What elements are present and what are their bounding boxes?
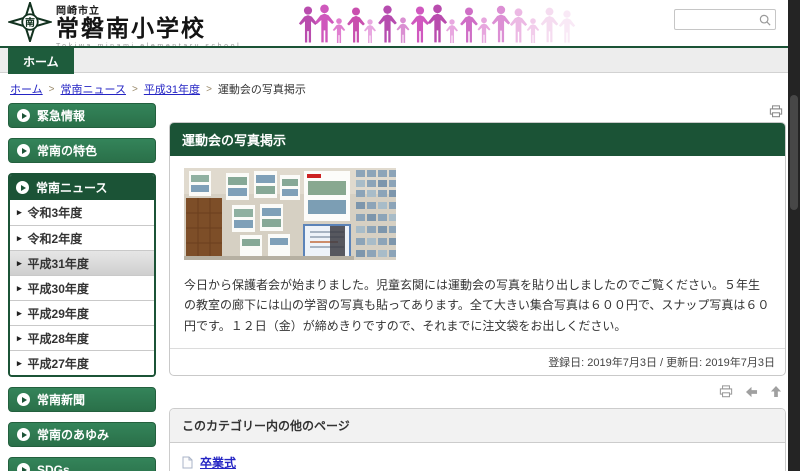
- circle-arrow-icon: [16, 181, 29, 194]
- sidebar-item-label: 常南のあゆみ: [37, 426, 109, 443]
- sidebar-item-emergency-info[interactable]: 緊急情報: [8, 103, 156, 128]
- sidebar-news-section: 常南ニュース ▸ 令和3年度 ▸ 令和2年度 ▸ 平成31年度 ▸ 平成30年度: [8, 173, 156, 377]
- search-input[interactable]: [675, 11, 755, 28]
- sidebar-subitem-label: 平成31年度: [28, 255, 89, 272]
- sidebar-item-heisei27[interactable]: ▸ 平成27年度: [10, 350, 154, 375]
- site-header: 南 岡崎市立 常磐南小学校 Tokiwa minami elementary s…: [0, 0, 800, 46]
- sidebar-subitem-label: 平成30年度: [28, 280, 89, 297]
- scrollbar[interactable]: [788, 0, 800, 471]
- sidebar-item-label: SDGs: [37, 463, 70, 471]
- sidebar-item-heisei30[interactable]: ▸ 平成30年度: [10, 275, 154, 300]
- print-button[interactable]: [719, 385, 733, 398]
- sidebar-item-school-newspaper[interactable]: 常南新聞: [8, 387, 156, 412]
- breadcrumb-year[interactable]: 平成31年度: [144, 81, 200, 97]
- search-icon: [759, 14, 771, 26]
- category-link-graduation[interactable]: 卒業式: [200, 454, 236, 471]
- triangle-right-icon: ▸: [17, 233, 22, 244]
- scrollbar-thumb[interactable]: [790, 95, 798, 210]
- sidebar-subitem-label: 令和3年度: [28, 204, 83, 221]
- print-icon: [769, 105, 783, 118]
- sidebar-item-label: 緊急情報: [37, 107, 85, 124]
- print-button[interactable]: [769, 105, 783, 118]
- sidebar-item-reiwa2[interactable]: ▸ 令和2年度: [10, 225, 154, 250]
- article-toolbar: [169, 103, 786, 122]
- article-photo: [184, 168, 396, 260]
- search-button[interactable]: [755, 10, 775, 29]
- circle-arrow-icon: [17, 428, 30, 441]
- breadcrumb-separator: >: [206, 84, 212, 95]
- sidebar-item-sdgs[interactable]: SDGs: [8, 457, 156, 471]
- sidebar-item-label: 常南ニュース: [36, 179, 107, 196]
- breadcrumb-news[interactable]: 常南ニュース: [61, 81, 126, 97]
- school-name: 常磐南小学校: [56, 17, 241, 41]
- sidebar-subitem-label: 令和2年度: [28, 230, 83, 247]
- page-top-button[interactable]: [770, 385, 782, 398]
- content-columns: 緊急情報 常南の特色 常南ニュース ▸ 令和3年度 ▸ 令和2年度: [0, 103, 800, 471]
- article-text: 今日から保護者会が始まりました。児童玄関には運動会の写真を貼り出しましたのでご覧…: [184, 275, 771, 336]
- category-panel: このカテゴリー内の他のページ 卒業式 ６年お: [169, 408, 786, 471]
- school-title-block: 岡崎市立 常磐南小学校 Tokiwa minami elementary sch…: [56, 2, 241, 50]
- triangle-right-icon: ▸: [17, 358, 22, 369]
- sidebar-item-heisei28[interactable]: ▸ 平成28年度: [10, 325, 154, 350]
- sidebar-item-label: 常南新聞: [37, 391, 85, 408]
- circle-arrow-icon: [17, 393, 30, 406]
- triangle-right-icon: ▸: [17, 258, 22, 269]
- sidebar-item-heisei29[interactable]: ▸ 平成29年度: [10, 300, 154, 325]
- site-logo-link[interactable]: 南 岡崎市立 常磐南小学校 Tokiwa minami elementary s…: [8, 2, 241, 50]
- sidebar-item-heisei31[interactable]: ▸ 平成31年度: [10, 250, 154, 275]
- circle-arrow-icon: [17, 144, 30, 157]
- sidebar-item-school-features[interactable]: 常南の特色: [8, 138, 156, 163]
- article-date-line: 登録日: 2019年7月3日 / 更新日: 2019年7月3日: [170, 348, 785, 375]
- sidebar-item-reiwa3[interactable]: ▸ 令和3年度: [10, 200, 154, 225]
- article-body: 今日から保護者会が始まりました。児童玄関には運動会の写真を貼り出しましたのでご覧…: [170, 156, 785, 348]
- category-links: 卒業式 ６年お別れの言葉 ６年生家庭科調: [170, 443, 785, 471]
- breadcrumb-separator: >: [49, 84, 55, 95]
- people-holding-hands-illustration: [298, 3, 578, 44]
- triangle-right-icon: ▸: [17, 333, 22, 344]
- sidebar-item-label: 常南の特色: [37, 142, 97, 159]
- sidebar-subitem-label: 平成28年度: [28, 330, 89, 347]
- main-content: 運動会の写真掲示: [169, 103, 786, 471]
- article-actions: [169, 376, 786, 408]
- page: 南 岡崎市立 常磐南小学校 Tokiwa minami elementary s…: [0, 0, 800, 471]
- category-title: このカテゴリー内の他のページ: [170, 409, 785, 443]
- arrow-left-icon: [745, 386, 758, 398]
- print-icon: [719, 385, 733, 398]
- triangle-right-icon: ▸: [17, 308, 22, 319]
- school-logo-icon: 南: [8, 2, 52, 42]
- document-icon: [182, 456, 193, 469]
- search-box: [674, 9, 776, 30]
- breadcrumb-separator: >: [132, 84, 138, 95]
- school-city-label: 岡崎市立: [56, 2, 241, 17]
- arrow-up-icon: [770, 385, 782, 398]
- global-nav: ホーム: [0, 46, 800, 73]
- breadcrumb-current-page: 運動会の写真掲示: [218, 81, 306, 97]
- breadcrumb: ホーム > 常南ニュース > 平成31年度 > 運動会の写真掲示: [0, 73, 800, 101]
- nav-home-tab[interactable]: ホーム: [8, 48, 74, 74]
- category-link-row: 卒業式: [182, 446, 773, 471]
- circle-arrow-icon: [17, 109, 30, 122]
- sidebar-item-school-history[interactable]: 常南のあゆみ: [8, 422, 156, 447]
- article-panel: 運動会の写真掲示: [169, 122, 786, 376]
- circle-arrow-icon: [17, 463, 30, 471]
- sidebar: 緊急情報 常南の特色 常南ニュース ▸ 令和3年度 ▸ 令和2年度: [8, 103, 156, 471]
- sidebar-item-news[interactable]: 常南ニュース: [10, 175, 154, 200]
- article-title: 運動会の写真掲示: [170, 123, 785, 156]
- breadcrumb-home[interactable]: ホーム: [10, 81, 43, 97]
- triangle-right-icon: ▸: [17, 207, 22, 218]
- sidebar-subitem-label: 平成29年度: [28, 305, 89, 322]
- triangle-right-icon: ▸: [17, 283, 22, 294]
- sidebar-subitem-label: 平成27年度: [28, 355, 89, 372]
- logo-char: 南: [25, 16, 35, 29]
- back-button[interactable]: [745, 386, 758, 398]
